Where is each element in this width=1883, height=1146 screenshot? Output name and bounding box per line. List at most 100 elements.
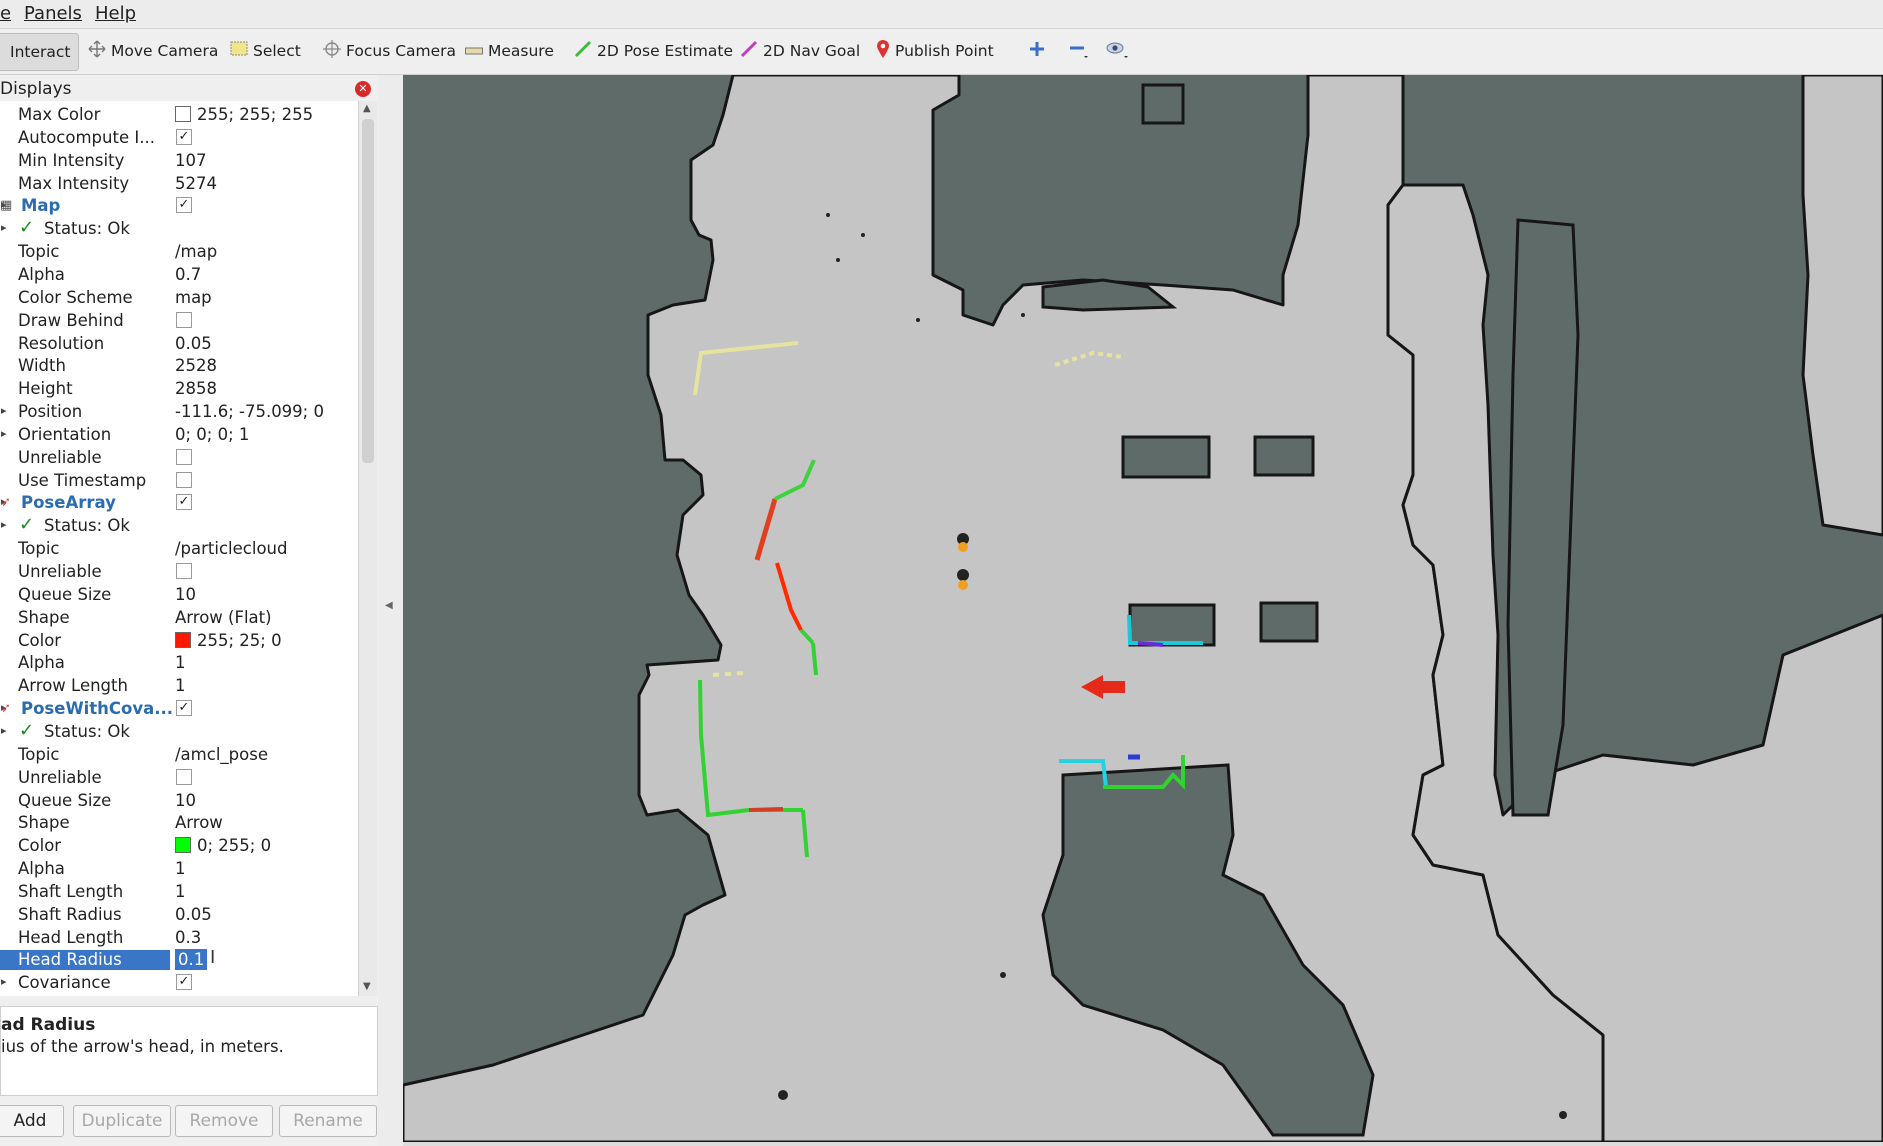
property-value[interactable]: 5274 xyxy=(175,174,217,193)
property-value[interactable]: 0.7 xyxy=(175,265,201,284)
view-menu-button[interactable] xyxy=(1106,39,1130,63)
property-row[interactable]: Max Intensity 5274 xyxy=(0,172,358,195)
property-row[interactable]: Alpha 1 xyxy=(0,651,358,674)
property-checkbox[interactable] xyxy=(176,471,192,488)
property-row[interactable]: Min Intensity 107 xyxy=(0,149,358,172)
property-row[interactable]: Topic/amcl_pose xyxy=(0,743,358,766)
property-row[interactable]: Use Timestamp xyxy=(0,469,358,492)
color-swatch[interactable] xyxy=(175,106,191,122)
menu-file[interactable]: e xyxy=(0,3,11,24)
collapse-arrow-icon[interactable]: ◀ xyxy=(385,600,393,611)
expand-arrow-icon[interactable]: ▸ xyxy=(1,221,7,234)
property-value[interactable]: Arrow xyxy=(175,813,223,832)
property-checkbox[interactable]: ✓ xyxy=(176,128,192,145)
property-row[interactable]: Autocompute I... ✓ xyxy=(0,126,358,149)
property-checkbox[interactable]: ✓ xyxy=(176,974,192,991)
property-row[interactable]: Queue Size 10 xyxy=(0,789,358,812)
display-row[interactable]: ▸ ➶ PoseArray ✓ xyxy=(0,491,358,514)
property-value[interactable]: 10 xyxy=(175,791,196,810)
property-row[interactable]: Unreliable xyxy=(0,560,358,583)
scroll-down-icon[interactable]: ▼ xyxy=(363,981,371,992)
displays-tree[interactable]: Max Color 255; 255; 255 Autocompute I... ✓ M… xyxy=(0,101,358,996)
property-row[interactable]: Topic/map xyxy=(0,240,358,263)
display-row[interactable]: ▸ ➶ PoseWithCova... ✓ xyxy=(0,697,358,720)
property-row[interactable]: Height 2858 xyxy=(0,377,358,400)
menu-panels[interactable]: Panels xyxy=(24,3,82,24)
property-row[interactable]: ▸ Covariance ✓ xyxy=(0,971,358,994)
property-value[interactable]: 107 xyxy=(175,151,207,170)
property-row[interactable]: ▸ Position -111.6; -75.099; 0 xyxy=(0,400,358,423)
property-value[interactable]: 1 xyxy=(175,653,186,672)
property-row[interactable]: Width 2528 xyxy=(0,354,358,377)
expand-arrow-icon[interactable]: ▸ xyxy=(1,975,7,988)
property-value[interactable]: -111.6; -75.099; 0 xyxy=(175,402,324,421)
map-viewport[interactable] xyxy=(403,75,1883,1142)
property-row[interactable]: Unreliable xyxy=(0,446,358,469)
property-checkbox[interactable] xyxy=(176,768,192,785)
property-row[interactable]: Color 0; 255; 0 xyxy=(0,834,358,857)
property-value[interactable]: /particlecloud xyxy=(175,539,287,558)
property-value[interactable]: 2858 xyxy=(175,379,217,398)
property-row[interactable]: Head Radius 0.1 I xyxy=(0,947,358,971)
tool-focus-camera[interactable]: Focus Camera xyxy=(323,39,456,63)
property-value[interactable]: 1 xyxy=(175,882,186,901)
property-value[interactable]: /amcl_pose xyxy=(175,745,268,764)
status-row[interactable]: ▸ ✓ Status: Ok xyxy=(0,720,358,743)
property-row[interactable]: Topic/particlecloud xyxy=(0,537,358,560)
color-swatch[interactable] xyxy=(175,837,191,854)
expand-arrow-icon[interactable]: ▸ xyxy=(1,404,7,417)
add-tool-button[interactable] xyxy=(1028,39,1046,63)
property-value[interactable]: map xyxy=(175,288,212,307)
property-value[interactable]: 0.1 xyxy=(175,949,208,971)
close-icon[interactable]: ✕ xyxy=(355,81,371,97)
property-value[interactable]: 10 xyxy=(175,585,196,604)
remove-tool-button[interactable] xyxy=(1068,39,1090,63)
property-row[interactable]: Shape Arrow (Flat) xyxy=(0,606,358,629)
tool-interact[interactable]: Interact xyxy=(0,33,80,71)
property-row[interactable]: Draw Behind xyxy=(0,309,358,332)
property-row[interactable]: Color Scheme map xyxy=(0,286,358,309)
property-value[interactable]: 255; 25; 0 xyxy=(175,631,282,650)
property-row[interactable]: Queue Size 10 xyxy=(0,583,358,606)
tool-publish-point[interactable]: Publish Point xyxy=(876,39,994,63)
property-row[interactable]: ▸ Orientation 0; 0; 0; 1 xyxy=(0,423,358,446)
property-row[interactable]: Shaft Radius 0.05 xyxy=(0,903,358,926)
property-value[interactable]: /map xyxy=(175,242,217,261)
property-row[interactable]: Shape Arrow xyxy=(0,811,358,834)
status-row[interactable]: ▸ ✓ Status: Ok xyxy=(0,217,358,240)
scrollbar-thumb[interactable] xyxy=(362,119,374,463)
property-value[interactable]: 2528 xyxy=(175,356,217,375)
tool-2d-nav-goal[interactable]: 2D Nav Goal xyxy=(740,39,860,63)
displays-scrollbar[interactable]: ▲ ▼ xyxy=(358,101,377,996)
property-checkbox[interactable]: ✓ xyxy=(176,197,192,214)
panel-splitter[interactable]: ◀ xyxy=(378,75,403,1146)
duplicate-button[interactable]: Duplicate xyxy=(73,1105,171,1137)
property-value[interactable]: 1 xyxy=(175,859,186,878)
property-value[interactable]: 0.05 xyxy=(175,905,212,924)
property-row[interactable]: Max Color 255; 255; 255 xyxy=(0,103,358,126)
status-row[interactable]: ▸ ✓ Status: Ok xyxy=(0,514,358,537)
property-row[interactable]: Arrow Length 1 xyxy=(0,674,358,697)
property-row[interactable]: Resolution 0.05 xyxy=(0,332,358,355)
property-value[interactable]: 0; 255; 0 xyxy=(175,836,271,855)
property-row[interactable]: Color 255; 25; 0 xyxy=(0,629,358,652)
property-checkbox[interactable]: ✓ xyxy=(176,700,192,717)
property-row[interactable]: Head Length 0.3 xyxy=(0,926,358,949)
color-swatch[interactable] xyxy=(175,631,191,648)
expand-arrow-icon[interactable]: ▸ xyxy=(1,427,7,440)
property-checkbox[interactable] xyxy=(176,448,192,465)
property-value[interactable]: 1 xyxy=(175,676,186,695)
tool-2d-pose-estimate[interactable]: 2D Pose Estimate xyxy=(574,39,733,63)
tool-measure[interactable]: Measure xyxy=(465,39,554,63)
property-row[interactable]: Alpha 1 xyxy=(0,857,358,880)
add-button[interactable]: Add xyxy=(0,1105,64,1137)
tool-select[interactable]: Select xyxy=(230,39,301,63)
property-checkbox[interactable] xyxy=(176,311,192,328)
property-value[interactable]: 0; 0; 0; 1 xyxy=(175,425,249,444)
property-row[interactable]: Alpha 0.7 xyxy=(0,263,358,286)
expand-arrow-icon[interactable]: ▸ xyxy=(1,724,7,737)
remove-button[interactable]: Remove xyxy=(175,1105,273,1137)
display-row[interactable]: ▸ ▦ Map ✓ xyxy=(0,194,358,217)
property-checkbox[interactable] xyxy=(176,563,192,579)
property-checkbox[interactable]: ✓ xyxy=(176,494,192,511)
